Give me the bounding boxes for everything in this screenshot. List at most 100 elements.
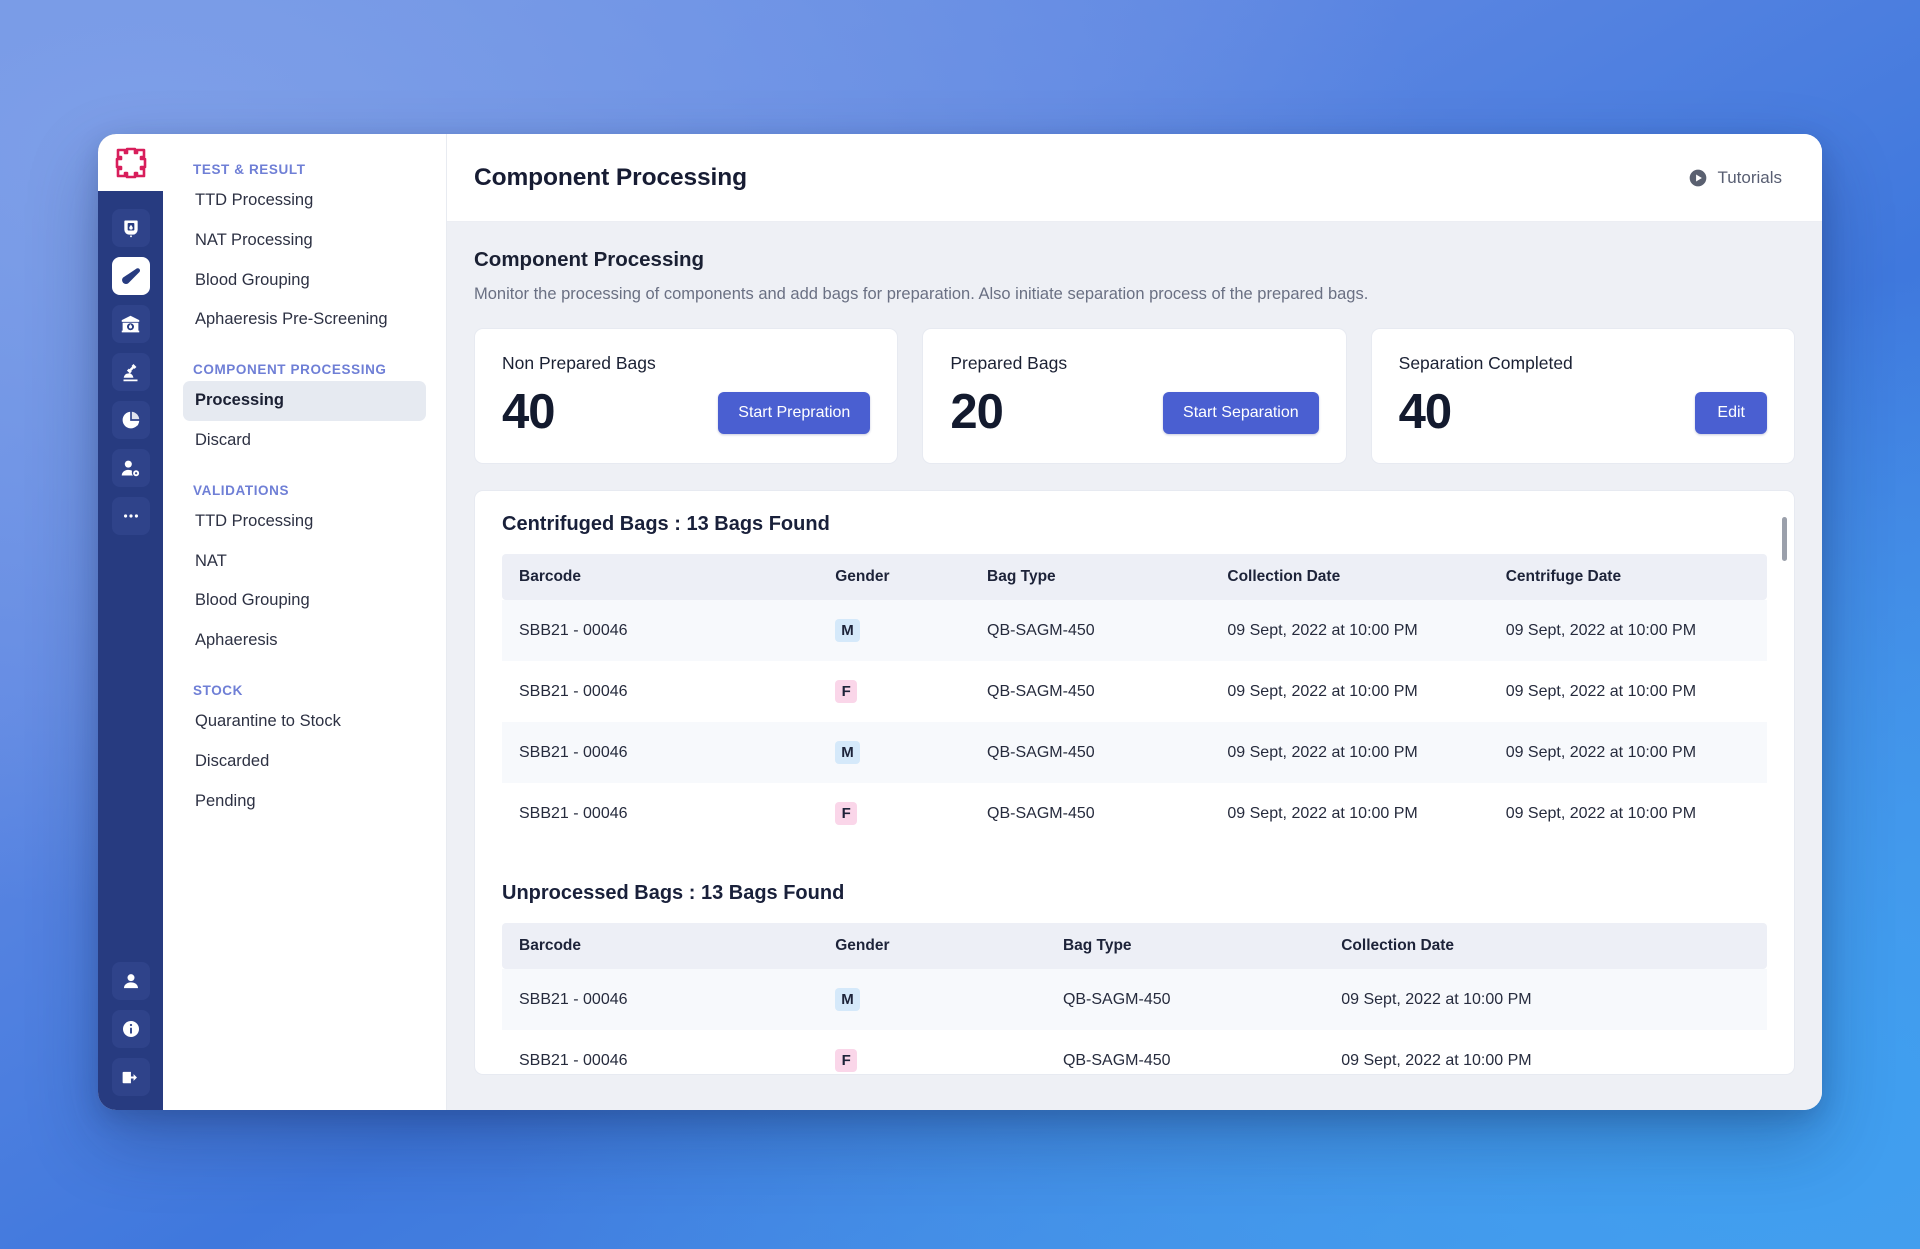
table-row[interactable]: SBB21 - 00046 F QB-SAGM-450 09 Sept, 202… xyxy=(502,783,1767,844)
rail-item-profile[interactable] xyxy=(111,962,150,1000)
cell-collection-date: 09 Sept, 2022 at 10:00 PM xyxy=(1324,1030,1767,1074)
rail-item-test-tube[interactable] xyxy=(111,257,150,295)
stat-label: Separation Completed xyxy=(1398,353,1573,373)
gender-badge: M xyxy=(835,619,860,642)
blood-bag-icon xyxy=(123,220,138,238)
bags-panel-scroll-area: Centrifuged Bags : 13 Bags Found Barcode… xyxy=(475,491,1794,1074)
sidebar-item-pending[interactable]: Pending xyxy=(183,782,426,822)
sidebar-item-validations-blood-grouping[interactable]: Blood Grouping xyxy=(183,581,426,621)
gender-badge: F xyxy=(835,802,858,825)
cell-gender: F xyxy=(818,1030,1046,1074)
edit-button[interactable]: Edit xyxy=(1695,391,1767,434)
start-prepration-button[interactable]: Start Prepration xyxy=(718,391,871,434)
rail-item-info[interactable] xyxy=(111,1010,150,1048)
table-header: Barcode Gender Bag Type Collection Date xyxy=(502,923,1767,969)
column-header-bag-type[interactable]: Bag Type xyxy=(970,554,1211,600)
sidebar-item-quarantine-to-stock[interactable]: Quarantine to Stock xyxy=(183,702,426,742)
cell-gender: M xyxy=(818,722,971,783)
cell-barcode: SBB21 - 00046 xyxy=(502,600,819,661)
rail-item-reports[interactable] xyxy=(111,401,150,439)
cell-collection-date: 09 Sept, 2022 at 10:00 PM xyxy=(1210,722,1489,783)
user-settings-icon xyxy=(121,460,140,476)
stat-value: 40 xyxy=(502,385,556,439)
column-header-gender[interactable]: Gender xyxy=(818,554,971,600)
sidebar-item-discarded[interactable]: Discarded xyxy=(183,742,426,782)
section-subtitle: Monitor the processing of components and… xyxy=(474,285,1369,303)
content-area: Component Processing Monitor the process… xyxy=(447,222,1822,1110)
sidebar-item-validations-ttd-processing[interactable]: TTD Processing xyxy=(183,502,426,542)
table-header-row: Barcode Gender Bag Type Collection Date xyxy=(502,923,1767,969)
app-window: TEST & RESULT TTD Processing NAT Process… xyxy=(98,134,1822,1110)
cell-centrifuge-date: 09 Sept, 2022 at 10:00 PM xyxy=(1488,722,1767,783)
column-header-gender[interactable]: Gender xyxy=(818,923,1046,969)
medical-cross-logo-icon xyxy=(115,147,146,178)
cell-bag-type: QB-SAGM-450 xyxy=(970,661,1211,722)
table-row[interactable]: SBB21 - 00046 M QB-SAGM-450 09 Sept, 202… xyxy=(502,969,1767,1030)
start-separation-button[interactable]: Start Separation xyxy=(1163,391,1319,434)
unprocessed-bags-title: Unprocessed Bags : 13 Bags Found xyxy=(502,882,845,904)
sidebar-item-discard[interactable]: Discard xyxy=(183,421,426,461)
rail-item-microscope[interactable] xyxy=(111,353,150,391)
stat-card-separation-completed: Separation Completed 40 Edit xyxy=(1370,328,1795,464)
sidebar-section-title-component-processing: COMPONENT PROCESSING xyxy=(193,362,387,378)
test-tube-icon xyxy=(122,267,141,284)
table-row[interactable]: SBB21 - 00046 M QB-SAGM-450 09 Sept, 202… xyxy=(502,722,1767,783)
cell-gender: M xyxy=(818,600,971,661)
cell-centrifuge-date: 09 Sept, 2022 at 10:00 PM xyxy=(1488,661,1767,722)
page-title: Component Processing xyxy=(474,163,747,191)
cell-barcode: SBB21 - 00046 xyxy=(502,722,819,783)
table-row[interactable]: SBB21 - 00046 M QB-SAGM-450 09 Sept, 202… xyxy=(502,600,1767,661)
main-area: Component Processing Tutorials Component… xyxy=(447,134,1822,1110)
gender-badge: F xyxy=(835,680,858,703)
panel-scrollbar-thumb[interactable] xyxy=(1782,517,1787,561)
cell-gender: F xyxy=(818,783,971,844)
cell-collection-date: 09 Sept, 2022 at 10:00 PM xyxy=(1210,600,1489,661)
column-header-centrifuge-date[interactable]: Centrifuge Date xyxy=(1488,554,1767,600)
stat-card-footer: 40 Edit xyxy=(1399,388,1767,437)
stat-card-prepared-bags: Prepared Bags 20 Start Separation xyxy=(922,328,1347,464)
rail-item-blood-bag[interactable] xyxy=(111,209,150,247)
table-header-row: Barcode Gender Bag Type Collection Date … xyxy=(502,554,1767,600)
cell-barcode: SBB21 - 00046 xyxy=(502,783,819,844)
rail-item-user-settings[interactable] xyxy=(111,449,150,487)
table-row[interactable]: SBB21 - 00046 F QB-SAGM-450 09 Sept, 202… xyxy=(502,661,1767,722)
cell-bag-type: QB-SAGM-450 xyxy=(1045,1030,1325,1074)
sidebar-section-title-validations: VALIDATIONS xyxy=(193,482,290,498)
sidebar-item-validations-aphaeresis[interactable]: Aphaeresis xyxy=(183,621,426,661)
sidebar-item-ttd-processing[interactable]: TTD Processing xyxy=(183,181,426,221)
sidebar: TEST & RESULT TTD Processing NAT Process… xyxy=(163,134,447,1110)
column-header-barcode[interactable]: Barcode xyxy=(502,554,819,600)
column-header-barcode[interactable]: Barcode xyxy=(502,923,819,969)
more-dots-icon xyxy=(123,514,138,518)
cell-collection-date: 09 Sept, 2022 at 10:00 PM xyxy=(1210,661,1489,722)
sidebar-item-nat-processing[interactable]: NAT Processing xyxy=(183,221,426,261)
cell-centrifuge-date: 09 Sept, 2022 at 10:00 PM xyxy=(1488,783,1767,844)
rail-top-group xyxy=(111,209,150,535)
rail-item-blood-bank[interactable] xyxy=(111,305,150,343)
table-header: Barcode Gender Bag Type Collection Date … xyxy=(502,554,1767,600)
column-header-collection-date[interactable]: Collection Date xyxy=(1324,923,1767,969)
cell-collection-date: 09 Sept, 2022 at 10:00 PM xyxy=(1210,783,1489,844)
tutorials-button[interactable]: Tutorials xyxy=(1688,168,1782,188)
centrifuged-bags-title: Centrifuged Bags : 13 Bags Found xyxy=(502,513,830,535)
panel-scrollbar-track[interactable] xyxy=(1782,503,1787,1062)
pie-chart-icon xyxy=(122,411,139,429)
unprocessed-bags-table: Barcode Gender Bag Type Collection Date … xyxy=(502,923,1767,1074)
stat-label: Non Prepared Bags xyxy=(502,353,656,373)
sidebar-item-processing[interactable]: Processing xyxy=(183,381,426,421)
sidebar-item-blood-grouping[interactable]: Blood Grouping xyxy=(183,261,426,301)
sidebar-item-aphaeresis-pre-screening[interactable]: Aphaeresis Pre-Screening xyxy=(183,300,426,340)
app-logo[interactable] xyxy=(98,134,163,191)
table-row[interactable]: SBB21 - 00046 F QB-SAGM-450 09 Sept, 202… xyxy=(502,1030,1767,1074)
centrifuged-bags-table: Barcode Gender Bag Type Collection Date … xyxy=(502,554,1767,844)
gender-badge: M xyxy=(835,988,860,1011)
sidebar-item-validations-nat[interactable]: NAT xyxy=(183,542,426,582)
stat-card-non-prepared-bags: Non Prepared Bags 40 Start Prepration xyxy=(474,328,899,464)
column-header-collection-date[interactable]: Collection Date xyxy=(1210,554,1489,600)
rail-item-logout[interactable] xyxy=(111,1058,150,1096)
rail-item-more[interactable] xyxy=(111,497,150,535)
column-header-bag-type[interactable]: Bag Type xyxy=(1045,923,1325,969)
cell-barcode: SBB21 - 00046 xyxy=(502,661,819,722)
sidebar-section-title-stock: STOCK xyxy=(193,682,244,698)
section-title: Component Processing xyxy=(474,248,705,271)
